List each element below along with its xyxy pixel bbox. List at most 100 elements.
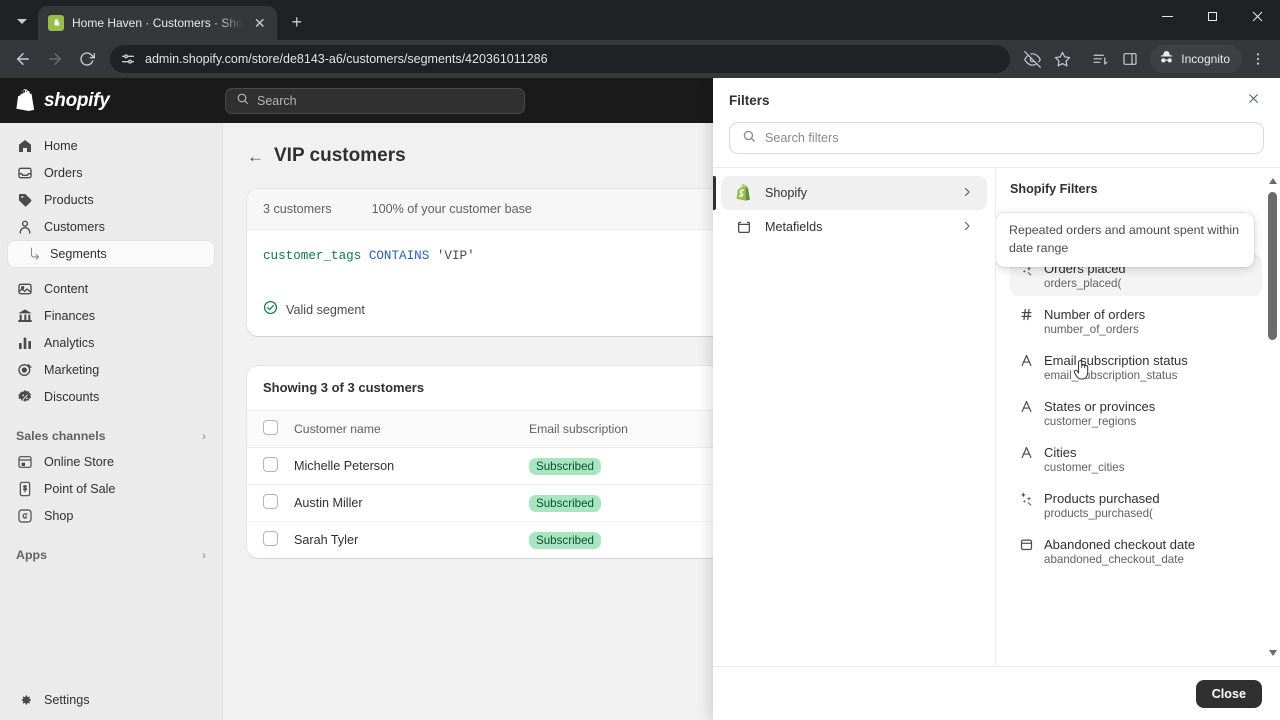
filter-item-states-or-provinces[interactable]: States or provinces customer_regions [1010,392,1262,434]
eye-slash-icon[interactable] [1018,45,1046,73]
segment-customer-count: 3 customers [263,202,332,216]
sidebar-item-home[interactable]: Home [8,133,214,159]
page-viewport: shopify Search Home Orders Products Cust… [0,78,1280,720]
sidebar-label: Settings [44,693,90,707]
query-operator: CONTAINS [368,249,430,263]
page-back-arrow-icon[interactable]: ← [247,148,264,165]
window-minimize-button[interactable] [1145,0,1190,32]
sidebar-item-segments[interactable]: Segments [8,241,214,267]
address-bar[interactable]: admin.shopify.com/store/de8143-a6/custom… [110,45,1011,73]
tab-search-dropdown-button[interactable] [8,7,36,35]
hash-icon [1018,306,1034,322]
new-tab-button[interactable]: + [283,8,311,36]
row-checkbox[interactable] [263,494,278,509]
text-a-icon [1018,352,1034,368]
sidebar-label: Finances [44,309,96,323]
sidebar-item-marketing[interactable]: Marketing [8,357,214,383]
window-close-button[interactable] [1235,0,1280,32]
select-all-header [247,410,286,448]
sidebar-section-apps[interactable]: Apps › [8,542,214,568]
sidebar-item-customers[interactable]: Customers [8,214,214,240]
filter-item-code: number_of_orders [1044,323,1139,336]
discount-badge-icon [16,389,33,406]
segment-validity-label: Valid segment [286,303,365,317]
select-all-checkbox[interactable] [263,420,278,435]
sidebar-item-discounts[interactable]: Discounts [8,384,214,410]
sidebar-label: Customers [44,220,105,234]
filter-item-cities[interactable]: Cities customer_cities [1010,438,1262,480]
scrollbar-thumb[interactable] [1268,192,1277,340]
column-header-email-subscription[interactable]: Email subscription [521,410,711,448]
forward-arrow-icon[interactable] [40,44,70,74]
browser-tab[interactable]: Home Haven · Customers · Sho ✕ [38,6,277,40]
sidebar-item-settings[interactable]: Settings [8,693,214,719]
incognito-hat-icon [1158,49,1175,69]
sidebar-label: Marketing [44,363,100,377]
pos-device-icon [16,481,33,498]
column-header-customer-name[interactable]: Customer name [286,410,521,448]
row-checkbox[interactable] [263,457,278,472]
sidebar-item-finances[interactable]: Finances [8,303,214,329]
filter-item-code: abandoned_checkout_date [1044,553,1184,566]
home-icon [16,138,33,155]
filters-search-input[interactable]: Search filters [729,122,1264,154]
shop-app-icon [16,508,33,525]
side-panel-icon[interactable] [1116,45,1144,73]
filter-category-metafields[interactable]: Metafields [721,210,987,244]
filter-item-label: States or provinces [1044,398,1156,414]
calendar-icon [1018,536,1034,552]
scrollbar-down-arrow-icon[interactable] [1267,648,1278,658]
filters-panel: Filters Search filters Shopify Metafield… [713,78,1280,720]
bar-chart-icon [16,335,33,352]
shopify-logo[interactable]: shopify [16,88,221,113]
sidebar-label: Point of Sale [44,482,116,496]
cell-email-subscription: Subscribed [521,484,711,522]
star-icon[interactable] [1048,45,1076,73]
sidebar-item-products[interactable]: Products [8,187,214,213]
filters-list-scrollbar[interactable] [1267,176,1278,658]
tab-close-icon[interactable]: ✕ [251,14,269,32]
filter-item-abandoned-checkout-date[interactable]: Abandoned checkout date abandoned_checko… [1010,530,1262,572]
incognito-label: Incognito [1181,52,1230,66]
filter-item-code: customer_regions [1044,415,1137,428]
sidebar-label: Products [44,193,94,207]
shopify-search-input[interactable]: Search [225,87,525,114]
back-arrow-icon[interactable] [8,44,38,74]
filter-item-products-purchased[interactable]: Products purchased products_purchased( [1010,484,1262,526]
filter-category-label: Metafields [765,220,823,234]
branch-arrow-icon [26,247,43,261]
address-bar-url: admin.shopify.com/store/de8143-a6/custom… [145,52,548,66]
row-checkbox[interactable] [263,531,278,546]
filter-item-label: Abandoned checkout date [1044,536,1196,552]
reading-list-icon[interactable] [1086,45,1114,73]
sidebar-label: Discounts [44,390,100,404]
filter-item-number-of-orders[interactable]: Number of orders number_of_orders [1010,300,1262,342]
reload-icon[interactable] [72,44,102,74]
sidebar-item-analytics[interactable]: Analytics [8,330,214,356]
sidebar-item-orders[interactable]: Orders [8,160,214,186]
sidebar-item-point-of-sale[interactable]: Point of Sale [8,476,214,502]
sidebar-item-online-store[interactable]: Online Store [8,449,214,475]
tab-title: Home Haven · Customers · Sho [72,16,243,30]
close-button[interactable]: Close [1195,679,1262,708]
browser-window: Home Haven · Customers · Sho ✕ + admin.s… [0,0,1280,720]
sidebar-item-content[interactable]: Content [8,276,214,302]
sidebar-section-sales-channels[interactable]: Sales channels › [8,423,214,449]
close-x-icon[interactable] [1241,88,1266,112]
filter-item-email-subscription-status[interactable]: Email subscription status email_subscrip… [1010,346,1262,388]
filter-item-label: Email subscription status [1044,352,1188,368]
filters-panel-header: Filters [713,78,1280,122]
scrollbar-track[interactable] [1267,186,1278,648]
filter-category-shopify[interactable]: Shopify [713,176,987,210]
shopify-favicon-icon [48,15,64,31]
sidebar-item-shop[interactable]: Shop [8,503,214,529]
kebab-menu-icon[interactable] [1244,45,1272,73]
filter-item-label: Products purchased [1044,490,1160,506]
chevron-right-icon: › [202,429,206,443]
status-badge: Subscribed [529,494,602,512]
scrollbar-up-arrow-icon[interactable] [1267,176,1278,186]
incognito-profile-button[interactable]: Incognito [1150,45,1242,73]
customer-list-heading-text: Showing 3 of 3 customers [263,380,425,395]
window-maximize-button[interactable] [1190,0,1235,32]
status-badge: Subscribed [529,457,602,475]
